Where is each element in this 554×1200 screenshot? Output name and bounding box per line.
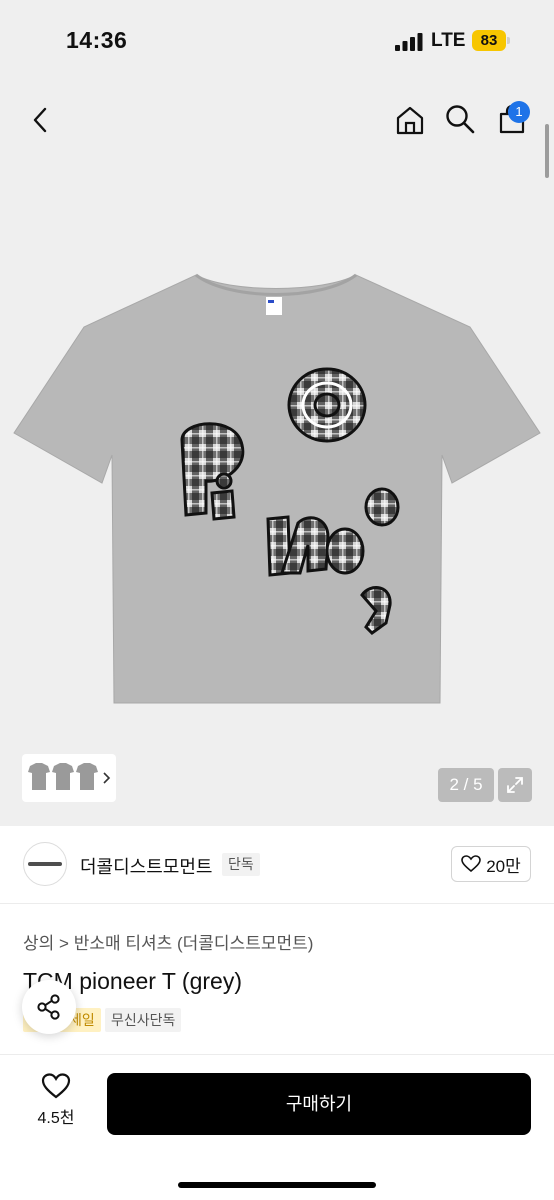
status-time: 14:36	[66, 27, 128, 53]
home-icon	[396, 106, 424, 135]
status-bar: 14:36 LTE 83	[0, 0, 554, 84]
brand-row[interactable]: 더콜디스트모먼트 단독 20만	[0, 826, 554, 904]
wishlist-button[interactable]: 4.5천	[26, 1073, 86, 1137]
brand-like-count: 20만	[486, 856, 521, 876]
expand-button[interactable]	[498, 768, 532, 802]
back-icon	[33, 107, 47, 133]
home-button[interactable]	[392, 102, 428, 138]
heart-icon	[41, 1073, 71, 1099]
search-button[interactable]	[442, 101, 478, 137]
heart-icon	[461, 855, 482, 873]
share-icon	[37, 994, 60, 1020]
wishlist-count: 4.5천	[37, 1110, 75, 1127]
brand-logo-mark	[28, 862, 62, 866]
breadcrumb: 상의 > 반소매 티셔츠 (더콜디스트모먼트)	[23, 929, 313, 954]
expand-icon	[507, 777, 523, 793]
page-counter: 2 / 5	[438, 768, 494, 802]
thumbnail-strip[interactable]	[22, 754, 116, 802]
breadcrumb-separator: >	[59, 934, 69, 953]
thumbnail-images[interactable]	[22, 754, 116, 802]
brand-like-button[interactable]: 20만	[451, 846, 531, 882]
cart-count-badge: 1	[508, 101, 530, 123]
back-button[interactable]	[22, 102, 58, 138]
network-label: LTE	[431, 30, 466, 51]
brand-exclusive-tag: 단독	[222, 853, 260, 876]
brand-logo[interactable]	[23, 842, 67, 886]
chevron-right-icon	[103, 772, 111, 784]
exclusive-badge: 무신사단독	[105, 1008, 182, 1032]
tshirt-image	[13, 273, 541, 704]
battery-indicator: 83	[472, 30, 506, 51]
home-indicator	[178, 1182, 376, 1188]
bottom-action-bar: 4.5천 구매하기	[0, 1055, 554, 1200]
brand-name[interactable]: 더콜디스트모먼트	[80, 853, 212, 879]
breadcrumb-subcategory[interactable]: 반소매 티셔츠 (더콜디스트모먼트)	[74, 934, 314, 953]
share-button[interactable]	[22, 980, 76, 1034]
signal-icon	[395, 33, 423, 51]
product-image-gallery[interactable]: 14:36 LTE 83 1 2 / 5	[0, 0, 554, 826]
breadcrumb-category[interactable]: 상의	[23, 934, 54, 953]
buy-button[interactable]: 구매하기	[107, 1073, 531, 1135]
search-icon	[446, 105, 475, 134]
battery-nub	[507, 37, 510, 44]
scrollbar[interactable]	[545, 124, 549, 178]
